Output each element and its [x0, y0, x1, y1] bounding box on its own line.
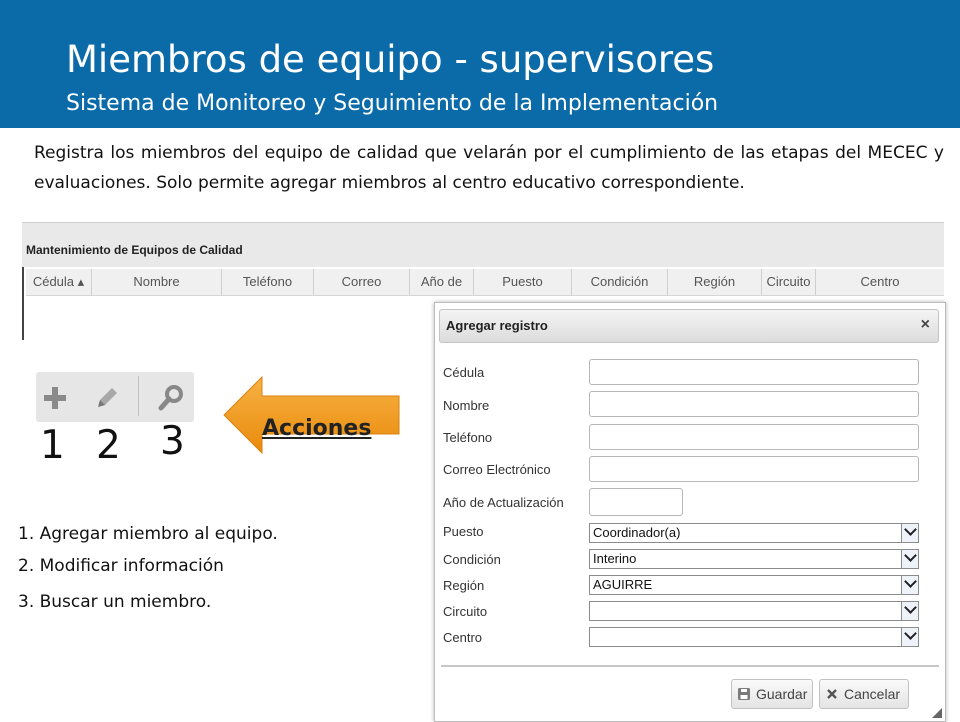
legend-item-2: 2. Modificar información [18, 556, 224, 576]
add-record-dialog: Agregar registro × Cédula Nombre Teléfon… [434, 302, 946, 722]
region-select[interactable]: AGUIRRE [589, 575, 919, 595]
telefono-input[interactable] [589, 424, 919, 450]
column-header-condicion[interactable]: Condición [572, 269, 668, 295]
column-header-region[interactable]: Región [668, 269, 762, 295]
column-header-telefono[interactable]: Teléfono [222, 269, 314, 295]
centro-select[interactable] [589, 627, 919, 647]
circuito-label: Circuito [443, 604, 488, 619]
column-header-correo[interactable]: Correo [314, 269, 410, 295]
region-value: AGUIRRE [593, 577, 653, 592]
telefono-label: Teléfono [443, 430, 493, 445]
title-banner: Miembros de equipo - supervisores Sistem… [0, 0, 960, 128]
add-icon[interactable] [40, 382, 70, 412]
grid-column-header-row: Cédula ▴ Nombre Teléfono Correo Año de P… [26, 269, 944, 296]
dialog-titlebar[interactable]: Agregar registro × [439, 309, 939, 343]
toolbar-divider [138, 376, 139, 416]
save-button[interactable]: Guardar [731, 679, 813, 709]
cancel-button[interactable]: Cancelar [819, 679, 909, 709]
dialog-divider [441, 665, 939, 667]
column-header-anio[interactable]: Año de [410, 269, 474, 295]
column-header-nombre[interactable]: Nombre [92, 269, 222, 295]
anio-label: Año de Actualización [443, 495, 564, 510]
chevron-down-icon[interactable] [901, 523, 918, 542]
chevron-down-icon[interactable] [901, 601, 918, 620]
cancel-x-icon [827, 689, 837, 699]
left-arrow-icon [223, 376, 400, 454]
number-label-2: 2 [96, 423, 121, 468]
column-header-cedula[interactable]: Cédula ▴ [26, 269, 92, 295]
puesto-label: Puesto [443, 524, 484, 539]
region-label: Región [443, 578, 485, 593]
dialog-title: Agregar registro [446, 318, 548, 333]
actions-toolbar [36, 372, 194, 422]
nombre-label: Nombre [443, 398, 490, 413]
chevron-down-icon[interactable] [901, 549, 918, 568]
puesto-select[interactable]: Coordinador(a) [589, 523, 919, 543]
legend-item-1: 1. Agregar miembro al equipo. [18, 524, 278, 544]
cedula-input[interactable] [589, 359, 919, 385]
grid-title: Mantenimiento de Equipos de Calidad [26, 243, 243, 257]
grid-header: Mantenimiento de Equipos de Calidad Cédu… [22, 222, 944, 296]
nombre-input[interactable] [589, 391, 919, 417]
chevron-down-icon[interactable] [901, 627, 918, 646]
column-header-puesto[interactable]: Puesto [474, 269, 572, 295]
condicion-select[interactable]: Interino [589, 549, 919, 569]
circuito-select[interactable] [589, 601, 919, 621]
column-header-circuito[interactable]: Circuito [762, 269, 816, 295]
actions-label: Acciones [262, 416, 372, 441]
page-subtitle: Sistema de Monitoreo y Seguimiento de la… [66, 91, 719, 116]
page-title: Miembros de equipo - supervisores [66, 38, 715, 81]
search-icon[interactable] [156, 382, 186, 412]
correo-input[interactable] [589, 456, 919, 482]
resize-handle-icon[interactable] [932, 708, 942, 718]
cancel-label: Cancelar [844, 686, 901, 702]
number-label-1: 1 [40, 423, 65, 468]
chevron-down-icon[interactable] [901, 575, 918, 594]
description-text: Registra los miembros del equipo de cali… [34, 143, 944, 193]
cedula-label: Cédula [443, 365, 485, 380]
close-icon[interactable]: × [921, 316, 930, 334]
correo-label: Correo Electrónico [443, 462, 551, 477]
floppy-disk-icon [738, 688, 750, 700]
column-header-centro[interactable]: Centro [816, 269, 944, 295]
legend-item-3: 3. Buscar un miembro. [18, 592, 212, 612]
anio-input[interactable] [589, 488, 683, 516]
condicion-value: Interino [593, 551, 637, 566]
number-label-3: 3 [160, 419, 185, 464]
save-label: Guardar [756, 686, 808, 702]
condicion-label: Condición [443, 552, 501, 567]
centro-label: Centro [443, 630, 483, 645]
pencil-icon[interactable] [92, 382, 122, 412]
puesto-value: Coordinador(a) [593, 525, 681, 540]
